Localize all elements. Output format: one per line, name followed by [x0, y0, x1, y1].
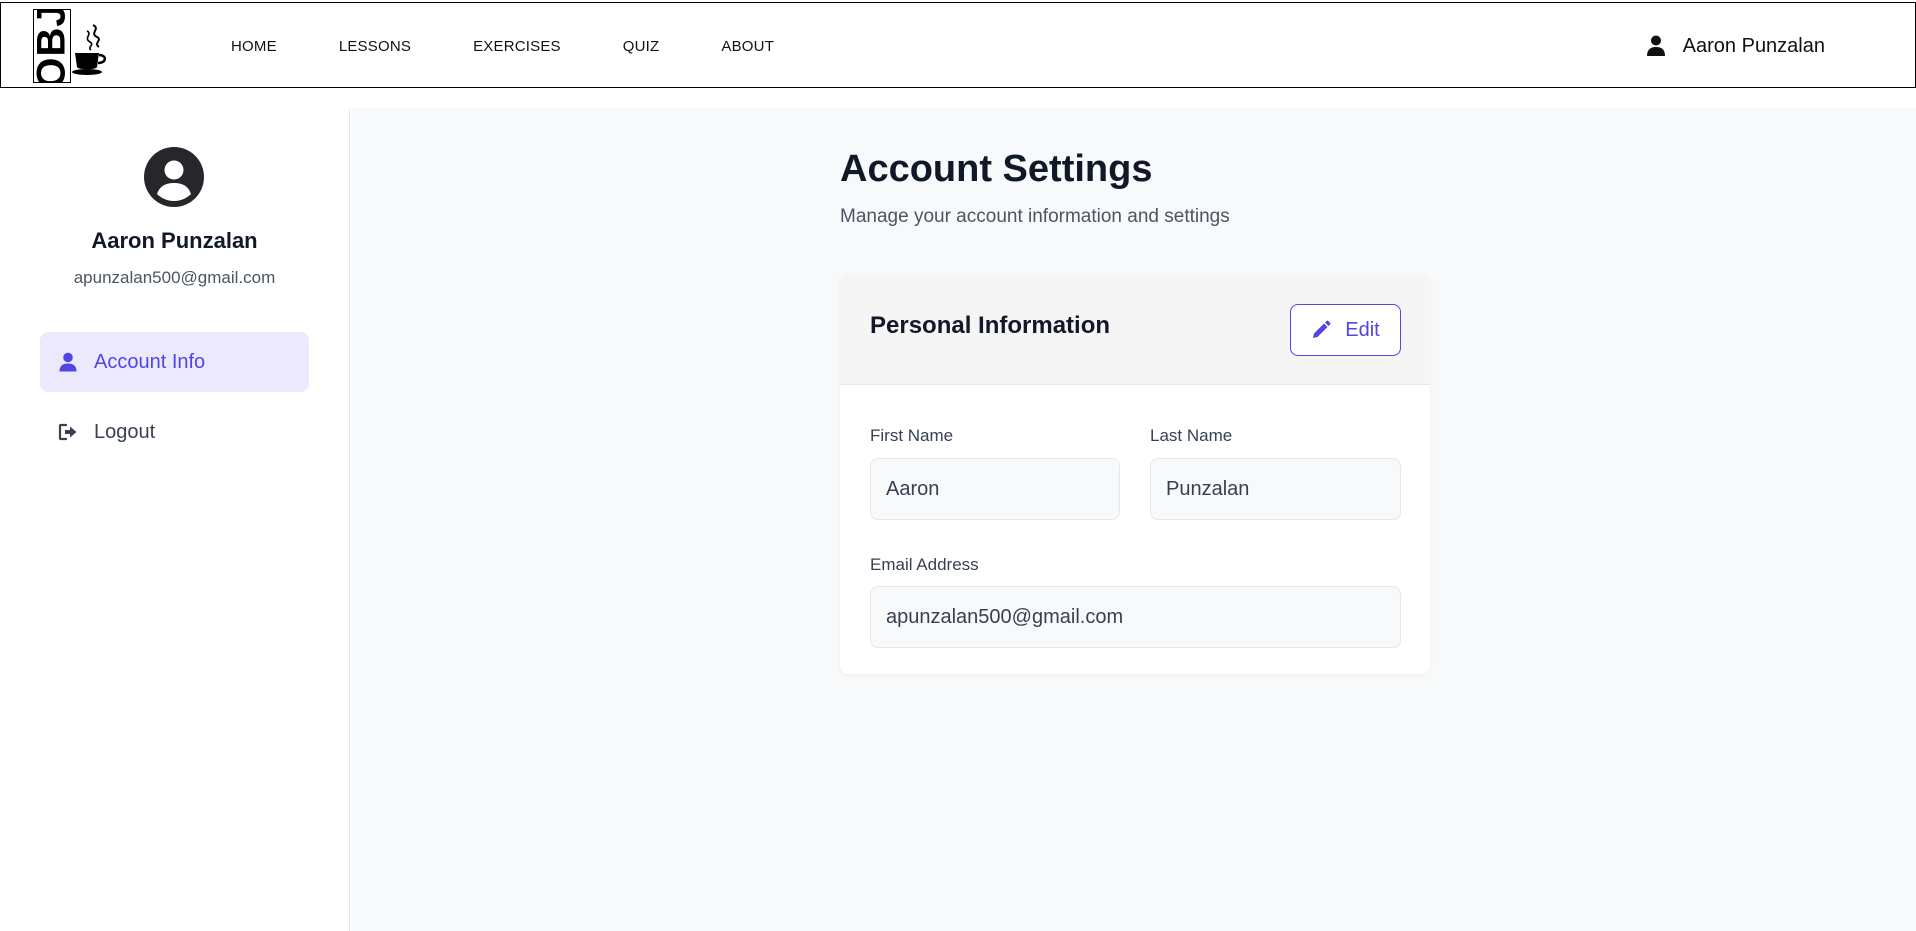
nav-user-menu[interactable]: Aaron Punzalan — [1646, 3, 1825, 89]
personal-info-card: Personal Information Edit First Name Las… — [840, 274, 1430, 674]
sidebar-item-label: Logout — [94, 420, 156, 443]
nav-about[interactable]: ABOUT — [721, 38, 774, 55]
sidebar-item-label: Account Info — [94, 350, 206, 373]
sidebar-item-logout[interactable]: Logout — [40, 402, 309, 462]
edit-button[interactable]: Edit — [1290, 304, 1401, 356]
nav-quiz[interactable]: QUIZ — [623, 38, 660, 55]
logo-box: OBJ — [33, 9, 71, 83]
sidebar: Aaron Punzalan apunzalan500@gmail.com Ac… — [0, 108, 350, 931]
profile-name: Aaron Punzalan — [91, 228, 258, 253]
logo-text: OBJ — [33, 10, 71, 82]
logout-icon — [58, 423, 77, 441]
coffee-cup-icon — [72, 24, 107, 75]
site-logo[interactable]: OBJ — [33, 9, 111, 83]
email-field[interactable] — [870, 586, 1401, 648]
page-subtitle: Manage your account information and sett… — [840, 206, 1230, 227]
first-name-label: First Name — [870, 426, 954, 445]
pencil-icon — [1313, 320, 1331, 338]
avatar-icon — [144, 147, 204, 207]
main-nav: HOME LESSONS EXERCISES QUIZ ABOUT — [231, 3, 836, 89]
nav-home[interactable]: HOME — [231, 38, 277, 55]
last-name-field[interactable] — [1150, 458, 1401, 520]
nav-exercises[interactable]: EXERCISES — [473, 38, 561, 55]
sidebar-item-account-info[interactable]: Account Info — [40, 332, 309, 392]
card-header: Personal Information Edit — [840, 274, 1430, 385]
page-title: Account Settings — [840, 148, 1153, 190]
user-icon — [59, 352, 77, 372]
last-name-label: Last Name — [1150, 426, 1233, 445]
nav-user-name: Aaron Punzalan — [1682, 34, 1825, 57]
card-title: Personal Information — [870, 312, 1111, 339]
main-content: Account Settings Manage your account inf… — [351, 108, 1916, 931]
nav-lessons[interactable]: LESSONS — [339, 38, 411, 55]
edit-button-label: Edit — [1345, 318, 1380, 341]
profile-email: apunzalan500@gmail.com — [73, 268, 276, 287]
email-label: Email Address — [870, 555, 979, 574]
top-navbar: OBJ HOME LESSONS EXERCISES QUIZ ABOUT Aa… — [0, 2, 1916, 88]
first-name-field[interactable] — [870, 458, 1120, 520]
user-icon — [1646, 35, 1665, 56]
